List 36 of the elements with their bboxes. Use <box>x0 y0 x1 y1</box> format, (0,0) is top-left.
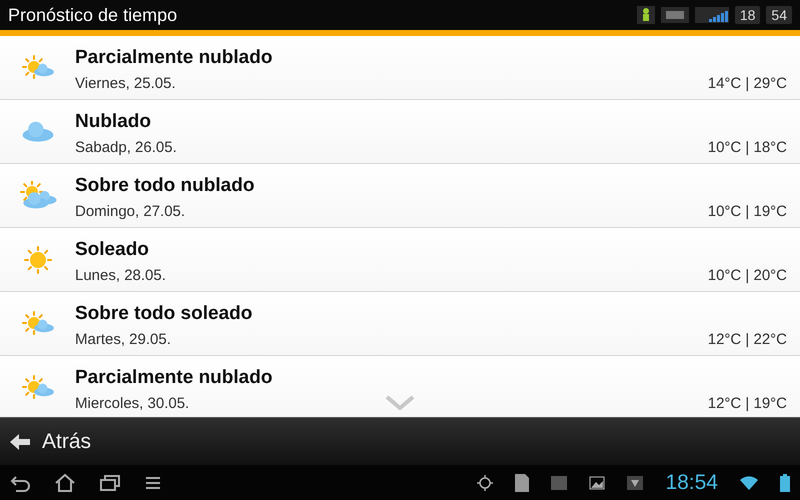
date-text: Domingo, 27.05. <box>75 203 186 220</box>
temperature-range: 10°C | 20°C <box>708 267 787 284</box>
recent-apps-icon[interactable] <box>98 472 122 492</box>
condition-text: Soleado <box>75 239 150 261</box>
temperature-range: 12°C | 19°C <box>708 395 787 412</box>
home-icon[interactable] <box>54 472 76 492</box>
date-text: Viernes, 25.05. <box>75 75 176 92</box>
wifi-icon <box>740 476 758 490</box>
condition-text: Nublado <box>75 111 152 133</box>
arrow-left-icon <box>8 432 32 452</box>
sun-behind-clouds-icon <box>18 180 56 210</box>
condition-text: Parcialmente nublado <box>75 47 274 69</box>
date-text: Miercoles, 30.05. <box>75 395 190 412</box>
condition-text: Parcialmente nublado <box>75 367 274 389</box>
temperature-range: 10°C | 18°C <box>708 139 787 156</box>
date-text: Martes, 29.05. <box>75 331 171 348</box>
temperature-range: 10°C | 19°C <box>708 203 787 220</box>
app-title: Pronóstico de tiempo <box>8 4 178 26</box>
gps-icon <box>477 474 494 490</box>
date-text: Sabadp, 26.05. <box>75 139 177 156</box>
cloud-icon <box>20 120 54 142</box>
battery-icon <box>780 474 790 492</box>
system-clock: 18:54 <box>665 470 718 494</box>
date-text: Lunes, 28.05. <box>75 267 166 284</box>
clock-minutes: 54 <box>766 6 792 24</box>
condition-text: Sobre todo nublado <box>75 175 256 197</box>
condition-text: Sobre todo soleado <box>75 303 254 325</box>
gps-signal-icon <box>694 7 729 23</box>
download-icon <box>627 476 644 490</box>
temperature-range: 12°C | 22°C <box>708 331 787 348</box>
clock-hours: 18 <box>734 6 760 24</box>
sun-icon <box>22 244 52 274</box>
image-icon <box>589 476 606 490</box>
back-button[interactable]: Atrás <box>8 430 92 454</box>
temperature-range: 14°C | 29°C <box>708 75 787 92</box>
sd-card-icon <box>515 474 530 492</box>
